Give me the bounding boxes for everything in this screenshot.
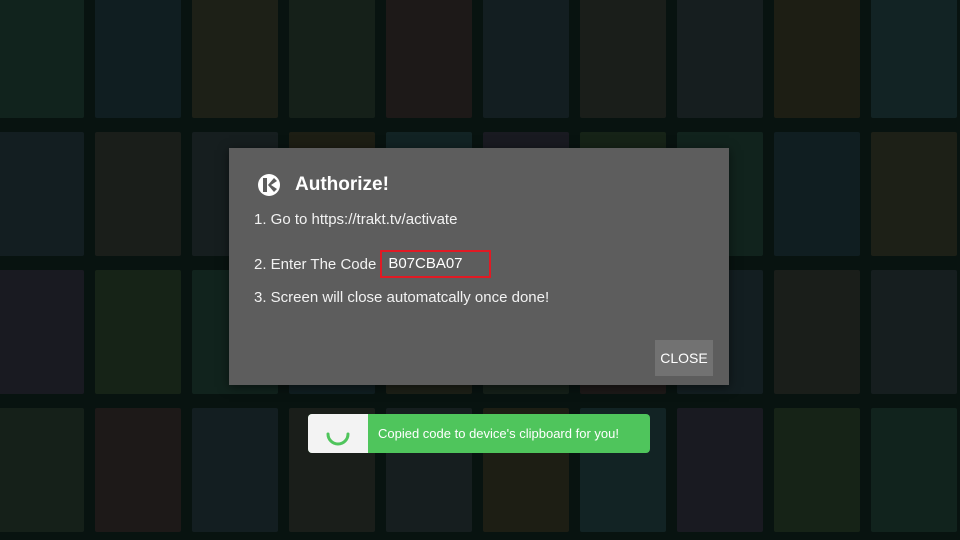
dialog-title: Authorize!	[295, 174, 389, 195]
dialog-header: Authorize!	[257, 172, 389, 198]
step-3-text: 3. Screen will close automatcally once d…	[254, 289, 550, 306]
step-1-text: 1. Go to https://trakt.tv/activate	[254, 211, 458, 228]
step-2-label: 2. Enter The Code	[254, 255, 377, 273]
toast-icon-area	[308, 414, 368, 453]
clipboard-toast: Copied code to device's clipboard for yo…	[308, 414, 650, 453]
authorize-dialog: Authorize! 1. Go to https://trakt.tv/act…	[229, 148, 729, 385]
activation-code: B07CBA07	[380, 250, 491, 278]
loading-spinner-icon	[326, 432, 350, 445]
toast-message: Copied code to device's clipboard for yo…	[378, 426, 619, 441]
step-2-row: 2. Enter The Code B07CBA07	[254, 250, 491, 278]
kodi-logo-icon	[258, 174, 280, 196]
close-button[interactable]: CLOSE	[655, 340, 713, 376]
